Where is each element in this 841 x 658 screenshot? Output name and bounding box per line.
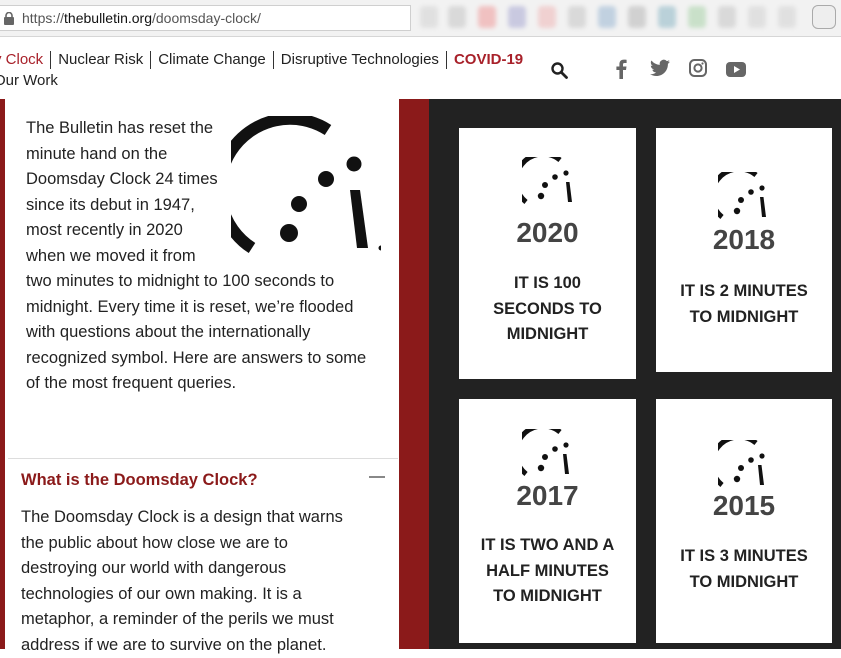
blurred-extension-icon[interactable] bbox=[568, 6, 586, 28]
blurred-extension-icon[interactable] bbox=[718, 6, 736, 28]
faq-answer: The Doomsday Clock is a design that warn… bbox=[21, 508, 343, 654]
nav-item-disruptive-technologies[interactable]: Disruptive Technologies bbox=[274, 51, 447, 69]
nav-item-nuclear-risk[interactable]: Nuclear Risk bbox=[51, 51, 152, 69]
blurred-extension-icon[interactable] bbox=[420, 6, 438, 28]
site-navigation: y Clock Nuclear Risk Climate Change Disr… bbox=[0, 37, 841, 100]
card-caption: IT IS 2 MINUTES TO MIDNIGHT bbox=[680, 282, 808, 326]
nav-item-covid-19[interactable]: COVID-19 bbox=[447, 51, 530, 69]
primary-nav: y Clock Nuclear Risk Climate Change Disr… bbox=[0, 51, 530, 69]
card-year: 2020 bbox=[516, 217, 579, 248]
blurred-extension-icon[interactable] bbox=[508, 6, 526, 28]
search-icon[interactable] bbox=[551, 62, 568, 79]
clock-icon bbox=[521, 429, 569, 476]
address-bar[interactable]: https://thebulletin.org/doomsday-clock/ bbox=[0, 5, 411, 31]
faq-question[interactable]: What is the Doomsday Clock? bbox=[21, 471, 258, 490]
facebook-icon[interactable] bbox=[615, 59, 627, 79]
card-caption: IT IS TWO AND A HALF MINUTES TO MIDNIGHT bbox=[480, 536, 615, 605]
intro-paragraph: The Bulletin has reset the minute hand o… bbox=[26, 116, 381, 397]
doomsday-clock-logo bbox=[231, 116, 381, 254]
timeline-card-2020[interactable]: 2020 IT IS 100 SECONDS TO MIDNIGHT bbox=[459, 128, 636, 379]
url-domain: thebulletin.org bbox=[64, 10, 152, 26]
instagram-icon[interactable] bbox=[689, 59, 707, 77]
clock-icon bbox=[521, 157, 572, 204]
blurred-extension-icon[interactable] bbox=[628, 6, 646, 28]
collapse-icon[interactable] bbox=[369, 476, 385, 478]
blurred-extension-icon[interactable] bbox=[778, 6, 796, 28]
blurred-extension-icon[interactable] bbox=[538, 6, 556, 28]
blurred-extension-icon[interactable] bbox=[688, 6, 706, 28]
blurred-extension-icon[interactable] bbox=[598, 6, 616, 28]
twitter-icon[interactable] bbox=[650, 59, 670, 77]
card-caption: IT IS 3 MINUTES TO MIDNIGHT bbox=[680, 547, 808, 591]
timeline-card-2017[interactable]: 2017 IT IS TWO AND A HALF MINUTES TO MID… bbox=[459, 399, 636, 643]
nav-item-our-work[interactable]: Our Work bbox=[0, 72, 58, 89]
clock-icon bbox=[718, 172, 766, 219]
extension-button[interactable] bbox=[812, 5, 836, 29]
blurred-extension-icon[interactable] bbox=[448, 6, 466, 28]
blurred-extension-icon[interactable] bbox=[478, 6, 496, 28]
card-year: 2018 bbox=[712, 224, 776, 255]
url-prefix: https:// bbox=[22, 10, 65, 26]
card-year: 2017 bbox=[516, 480, 579, 511]
timeline-card-2018[interactable]: 2018 IT IS 2 MINUTES TO MIDNIGHT bbox=[656, 128, 832, 372]
url-path: /doomsday-clock/ bbox=[151, 10, 261, 26]
nav-item-climate-change[interactable]: Climate Change bbox=[151, 51, 274, 69]
lock-icon bbox=[4, 11, 14, 25]
clock-icon bbox=[718, 440, 765, 487]
browser-toolbar: https://thebulletin.org/doomsday-clock/ bbox=[0, 0, 841, 37]
timeline-card-2015[interactable]: 2015 IT IS 3 MINUTES TO MIDNIGHT bbox=[656, 399, 832, 643]
card-caption: IT IS 100 SECONDS TO MIDNIGHT bbox=[493, 274, 602, 343]
column-divider bbox=[399, 99, 429, 649]
section-divider bbox=[8, 458, 398, 459]
card-year: 2015 bbox=[712, 490, 776, 521]
youtube-icon[interactable] bbox=[726, 62, 746, 77]
blurred-extension-icon[interactable] bbox=[748, 6, 766, 28]
nav-item-doomsday-clock[interactable]: y Clock bbox=[0, 51, 52, 69]
blurred-extension-icon[interactable] bbox=[658, 6, 676, 28]
